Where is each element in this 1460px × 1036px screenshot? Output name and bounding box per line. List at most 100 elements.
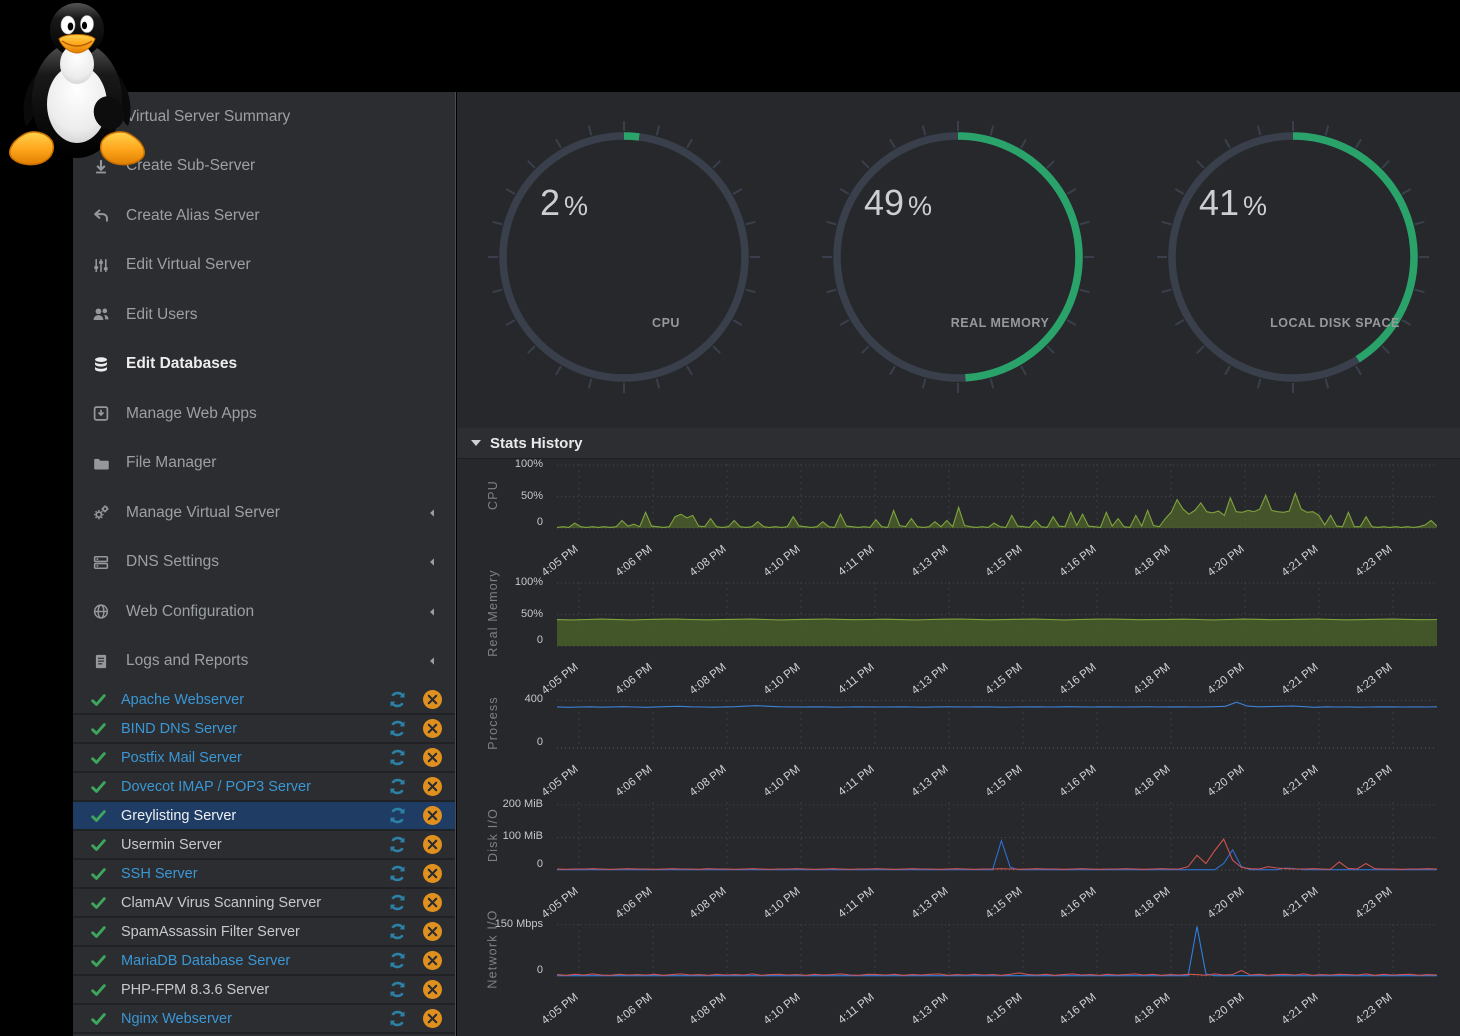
database-icon xyxy=(89,356,113,373)
x-tick-label: 4:13 PM xyxy=(894,991,950,1036)
caret-left-icon xyxy=(425,654,439,668)
series-process-count xyxy=(557,702,1437,707)
x-tick-label: 4:15 PM xyxy=(968,991,1024,1036)
sidebar-item-edit-users[interactable]: Edit Users xyxy=(73,290,455,340)
stop-service-icon[interactable] xyxy=(423,748,442,767)
service-name-link[interactable]: SSH Server xyxy=(121,866,388,882)
gauge-unit: % xyxy=(1243,191,1267,221)
caret-left-icon xyxy=(425,506,439,520)
y-tick-label: 0 xyxy=(471,735,543,749)
stop-service-icon[interactable] xyxy=(423,690,442,709)
stop-service-icon[interactable] xyxy=(423,864,442,883)
service-name-link[interactable]: Apache Webserver xyxy=(121,692,388,708)
check-icon xyxy=(89,982,108,998)
series-memory-percent xyxy=(557,619,1437,620)
service-row-ssh-server: SSH Server xyxy=(73,860,455,889)
restart-service-icon[interactable] xyxy=(388,748,407,767)
x-tick-label: 4:18 PM xyxy=(1116,991,1172,1036)
stop-service-icon[interactable] xyxy=(423,922,442,941)
y-tick-label: 100 MiB xyxy=(471,829,543,843)
series-network-io-blue xyxy=(557,926,1437,975)
svg-text:49%: 49% xyxy=(864,182,932,223)
gauge-value: 41 xyxy=(1199,182,1239,223)
y-tick-label: 0 xyxy=(471,857,543,871)
stop-service-icon[interactable] xyxy=(423,806,442,825)
chart-real-memory-history: Real Memory100%50%04:05 PM4:06 PM4:08 PM… xyxy=(457,580,1460,698)
sidebar-menu: Virtual Server SummaryCreate Sub-ServerC… xyxy=(73,92,455,686)
gauge-real-memory: 49% REAL MEMORY xyxy=(791,92,1125,428)
check-icon xyxy=(89,837,108,853)
service-name-link[interactable]: Dovecot IMAP / POP3 Server xyxy=(121,779,388,795)
globe-icon xyxy=(89,603,113,620)
sidebar-item-label: Manage Web Apps xyxy=(126,405,439,423)
x-tick-label: 4:21 PM xyxy=(1264,991,1320,1036)
stop-service-icon[interactable] xyxy=(423,951,442,970)
gauge-label: LOCAL DISK SPACE xyxy=(1270,316,1400,330)
y-tick-label: 0 xyxy=(471,963,543,977)
x-tick-label: 4:10 PM xyxy=(746,991,802,1036)
check-icon xyxy=(89,779,108,795)
sidebar-item-edit-databases[interactable]: Edit Databases xyxy=(73,340,455,390)
virtualmin-dashboard: Virtual Server SummaryCreate Sub-ServerC… xyxy=(0,0,1460,1036)
restart-service-icon[interactable] xyxy=(388,835,407,854)
restart-service-icon[interactable] xyxy=(388,777,407,796)
restart-service-icon[interactable] xyxy=(388,951,407,970)
restart-service-icon[interactable] xyxy=(388,980,407,999)
restart-service-icon[interactable] xyxy=(388,864,407,883)
stop-service-icon[interactable] xyxy=(423,1009,442,1028)
check-icon xyxy=(89,924,108,940)
sidebar-item-create-alias-server[interactable]: Create Alias Server xyxy=(73,191,455,241)
y-tick-label: 200 MiB xyxy=(471,797,543,811)
sidebar-item-label: Create Alias Server xyxy=(126,207,439,225)
restart-service-icon[interactable] xyxy=(388,806,407,825)
check-icon xyxy=(89,692,108,708)
check-icon xyxy=(89,1011,108,1027)
y-tick-label: 0 xyxy=(471,515,543,529)
gauge-unit: % xyxy=(564,191,588,221)
sidebar-item-edit-virtual-server[interactable]: Edit Virtual Server xyxy=(73,241,455,291)
users-icon xyxy=(89,306,113,323)
stop-service-icon[interactable] xyxy=(423,893,442,912)
restart-service-icon[interactable] xyxy=(388,1009,407,1028)
gauge-label: REAL MEMORY xyxy=(951,316,1050,330)
service-row-greylisting-server: Greylisting Server xyxy=(73,802,455,831)
service-row-nginx-webserver: Nginx Webserver xyxy=(73,1005,455,1034)
sidebar-item-label: Edit Virtual Server xyxy=(126,256,439,274)
stop-service-icon[interactable] xyxy=(423,980,442,999)
service-row-usermin-server: Usermin Server xyxy=(73,831,455,860)
sidebar-item-file-manager[interactable]: File Manager xyxy=(73,439,455,489)
x-tick-label: 4:11 PM xyxy=(820,991,876,1036)
gauge-value: 2 xyxy=(540,182,560,223)
sliders-icon xyxy=(89,257,113,274)
sidebar-item-logs-and-reports[interactable]: Logs and Reports xyxy=(73,637,455,687)
install-icon xyxy=(89,405,113,422)
stop-service-icon[interactable] xyxy=(423,719,442,738)
folder-icon xyxy=(89,455,113,472)
tux-mascot-image xyxy=(5,0,149,170)
sidebar-item-dns-settings[interactable]: DNS Settings xyxy=(73,538,455,588)
service-name-link[interactable]: Nginx Webserver xyxy=(121,1011,388,1027)
stop-service-icon[interactable] xyxy=(423,777,442,796)
stats-history-header[interactable]: Stats History xyxy=(457,428,1460,459)
service-name-link[interactable]: Postfix Mail Server xyxy=(121,750,388,766)
service-row-spamassassin-filter-server: SpamAssassin Filter Server xyxy=(73,918,455,947)
reply-arrow-icon xyxy=(89,207,113,224)
gears-icon xyxy=(89,504,113,521)
service-name-link: Greylisting Server xyxy=(121,808,388,824)
restart-service-icon[interactable] xyxy=(388,719,407,738)
sidebar-item-manage-web-apps[interactable]: Manage Web Apps xyxy=(73,389,455,439)
sidebar-item-web-configuration[interactable]: Web Configuration xyxy=(73,587,455,637)
stop-service-icon[interactable] xyxy=(423,835,442,854)
restart-service-icon[interactable] xyxy=(388,893,407,912)
service-name-link[interactable]: MariaDB Database Server xyxy=(121,953,388,969)
sidebar-item-label: Edit Databases xyxy=(126,355,439,373)
sidebar-item-manage-virtual-server[interactable]: Manage Virtual Server xyxy=(73,488,455,538)
check-icon xyxy=(89,721,108,737)
stats-history-charts: CPU100%50%04:05 PM4:06 PM4:08 PM4:10 PM4… xyxy=(457,462,1460,1016)
sidebar-item-label: Edit Users xyxy=(126,306,439,324)
restart-service-icon[interactable] xyxy=(388,690,407,709)
x-tick-label: 4:16 PM xyxy=(1042,991,1098,1036)
service-name-link[interactable]: BIND DNS Server xyxy=(121,721,388,737)
svg-text:41%: 41% xyxy=(1199,182,1267,223)
restart-service-icon[interactable] xyxy=(388,922,407,941)
